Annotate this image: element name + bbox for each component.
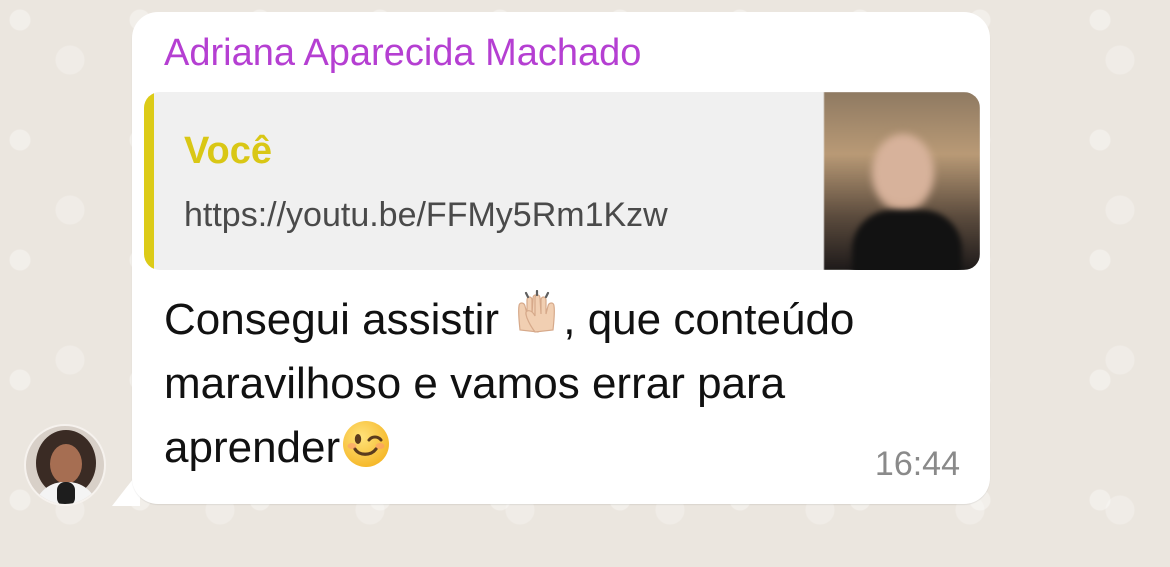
- message-text: Consegui assistir , que conteúdo maravil…: [164, 288, 884, 480]
- avatar-necklace: [57, 482, 75, 504]
- video-thumbnail[interactable]: [824, 92, 980, 270]
- message-timestamp: 16:44: [874, 445, 960, 483]
- message-text-part-1: Consegui assistir: [164, 295, 512, 344]
- thumbnail-body: [852, 210, 962, 270]
- raising-hands-icon: [511, 289, 563, 342]
- quote-author: Você: [184, 130, 273, 172]
- quote-accent-bar: [144, 92, 154, 270]
- sender-avatar[interactable]: [24, 424, 106, 506]
- quoted-reply[interactable]: Você https://youtu.be/FFMy5Rm1Kzw: [144, 92, 980, 270]
- avatar-face: [50, 444, 82, 484]
- sender-name[interactable]: Adriana Aparecida Machado: [164, 32, 641, 75]
- thumbnail-face: [872, 134, 934, 212]
- quote-link[interactable]: https://youtu.be/FFMy5Rm1Kzw: [184, 196, 668, 235]
- message-bubble[interactable]: Adriana Aparecida Machado Você https://y…: [132, 12, 990, 504]
- winking-face-icon: [340, 418, 392, 470]
